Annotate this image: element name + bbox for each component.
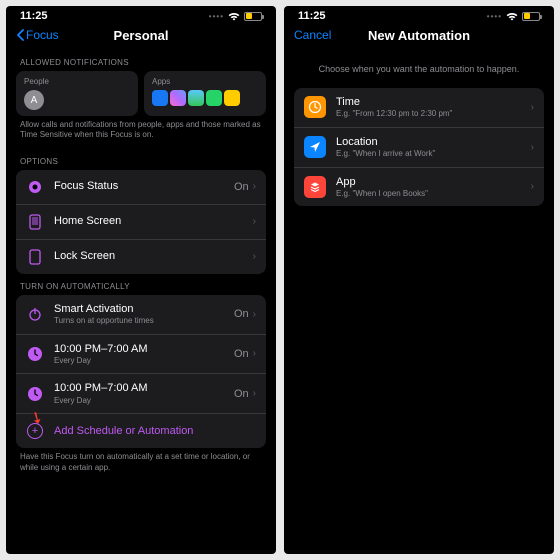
app-icon-facebook <box>152 90 168 106</box>
home-screen-icon <box>26 213 44 231</box>
clock-icon <box>26 385 44 403</box>
auto-sub: Every Day <box>54 356 234 366</box>
option-label: Focus Status <box>54 180 118 193</box>
wifi-icon <box>506 12 518 21</box>
trigger-label: Location <box>336 136 531 149</box>
phone-right: 11:25 •••• Cancel New Automation Choose … <box>284 6 554 554</box>
option-focus-status[interactable]: Focus Status On › <box>16 170 266 205</box>
app-icon <box>304 176 326 198</box>
option-label: Home Screen <box>54 215 121 228</box>
add-label: Add Schedule or Automation <box>54 425 193 438</box>
phone-left: 11:25 •••• Focus Personal ALLOWED NOTIFI… <box>6 6 276 554</box>
allowed-footer: Allow calls and notifications from peopl… <box>16 116 266 149</box>
apps-label: Apps <box>152 77 258 86</box>
allowed-header: ALLOWED NOTIFICATIONS <box>16 50 266 71</box>
back-button[interactable]: Focus <box>16 28 59 42</box>
avatar: A <box>24 90 44 110</box>
trigger-label: App <box>336 176 531 189</box>
auto-schedule-2[interactable]: 10:00 PM–7:00 AM Every Day On › <box>16 374 266 414</box>
trigger-location[interactable]: Location E.g. "When I arrive at Work" › <box>294 128 544 168</box>
add-schedule-button[interactable]: ➘ + Add Schedule or Automation <box>16 414 266 448</box>
carrier-dots: •••• <box>487 12 502 21</box>
nav-bar: Focus Personal <box>6 24 276 50</box>
clock-icon <box>26 345 44 363</box>
trigger-sub: E.g. "When I arrive at Work" <box>336 149 531 159</box>
auto-sub: Every Day <box>54 396 234 406</box>
back-label: Focus <box>26 28 59 42</box>
carrier-dots: •••• <box>209 12 224 21</box>
status-time: 11:25 <box>20 10 48 22</box>
chevron-right-icon: › <box>253 251 256 262</box>
app-icon-clock <box>224 90 240 106</box>
trigger-app[interactable]: App E.g. "When I open Books" › <box>294 168 544 207</box>
app-icons <box>152 90 258 106</box>
location-icon <box>304 136 326 158</box>
app-icon-whatsapp <box>206 90 222 106</box>
people-card[interactable]: People A <box>16 71 138 116</box>
chevron-right-icon: › <box>253 388 256 399</box>
option-home-screen[interactable]: Home Screen › <box>16 205 266 240</box>
prompt: Choose when you want the automation to h… <box>294 50 544 88</box>
trigger-label: Time <box>336 96 531 109</box>
status-bar: 11:25 •••• <box>284 6 554 24</box>
trigger-time[interactable]: Time E.g. "From 12:30 pm to 2:30 pm" › <box>294 88 544 128</box>
status-time: 11:25 <box>298 10 326 22</box>
auto-label: Smart Activation <box>54 303 234 316</box>
plus-icon: + <box>26 422 44 440</box>
status-indicators: •••• <box>209 12 262 21</box>
auto-footer: Have this Focus turn on automatically at… <box>16 448 266 481</box>
status-indicators: •••• <box>487 12 540 21</box>
chevron-right-icon: › <box>253 181 256 192</box>
battery-icon <box>522 12 540 21</box>
auto-schedule-1[interactable]: 10:00 PM–7:00 AM Every Day On › <box>16 335 266 375</box>
focus-status-icon <box>26 178 44 196</box>
chevron-right-icon: › <box>531 181 534 192</box>
chevron-left-icon <box>16 29 26 41</box>
auto-value: On <box>234 308 249 320</box>
chevron-right-icon: › <box>531 142 534 153</box>
option-lock-screen[interactable]: Lock Screen › <box>16 240 266 274</box>
app-icon-chat <box>188 90 204 106</box>
chevron-right-icon: › <box>531 102 534 113</box>
option-label: Lock Screen <box>54 250 115 263</box>
app-icon-messenger <box>170 90 186 106</box>
chevron-right-icon: › <box>253 348 256 359</box>
power-icon <box>26 305 44 323</box>
chevron-right-icon: › <box>253 216 256 227</box>
status-bar: 11:25 •••• <box>6 6 276 24</box>
auto-value: On <box>234 348 249 360</box>
apps-card[interactable]: Apps <box>144 71 266 116</box>
auto-label: 10:00 PM–7:00 AM <box>54 343 234 356</box>
trigger-sub: E.g. "From 12:30 pm to 2:30 pm" <box>336 109 531 119</box>
lock-screen-icon <box>26 248 44 266</box>
battery-icon <box>244 12 262 21</box>
auto-smart-activation[interactable]: Smart Activation Turns on at opportune t… <box>16 295 266 335</box>
auto-label: 10:00 PM–7:00 AM <box>54 382 234 395</box>
wifi-icon <box>228 12 240 21</box>
auto-value: On <box>234 388 249 400</box>
cancel-button[interactable]: Cancel <box>294 28 331 42</box>
option-value: On <box>234 181 249 193</box>
auto-header: TURN ON AUTOMATICALLY <box>16 274 266 295</box>
trigger-sub: E.g. "When I open Books" <box>336 189 531 199</box>
nav-bar: Cancel New Automation <box>284 24 554 50</box>
options-header: OPTIONS <box>16 149 266 170</box>
chevron-right-icon: › <box>253 309 256 320</box>
time-icon <box>304 96 326 118</box>
people-label: People <box>24 77 130 86</box>
auto-sub: Turns on at opportune times <box>54 316 234 326</box>
